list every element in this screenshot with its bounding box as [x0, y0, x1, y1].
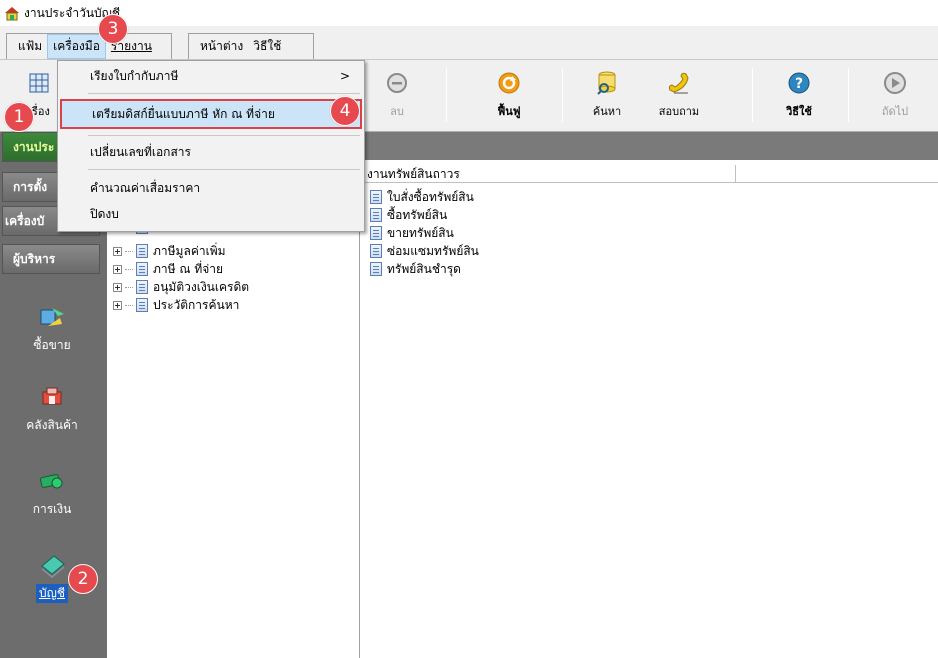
menu-window[interactable]: หน้าต่าง	[195, 35, 248, 58]
list-header: งานทรัพย์สินถาวร	[362, 165, 938, 183]
menu-item-label: ปิดงบ	[90, 206, 119, 221]
menu-tools[interactable]: เครื่องมือ	[47, 34, 106, 59]
buy-sell-icon	[38, 304, 66, 330]
toolbar-label-inquire: สอบถาม	[658, 105, 700, 118]
menu-item-label: เตรียมดิสก์ยื่นแบบภาษี หัก ณ ที่จ่าย	[92, 106, 275, 121]
document-icon	[370, 244, 382, 258]
sidebar-item-warehouse[interactable]: คลังสินค้า	[0, 384, 104, 435]
ledger-icon	[38, 552, 66, 578]
grid-icon	[26, 70, 52, 96]
minus-circle-icon	[384, 70, 410, 96]
toolbar-button-search[interactable]: ค้นหา	[576, 66, 638, 124]
phone-icon	[666, 70, 692, 96]
menu-item-close-books[interactable]: ปิดงบ	[60, 201, 362, 227]
document-icon	[136, 244, 148, 258]
toolbar-button-next[interactable]: ถัดไป	[864, 66, 926, 124]
toolbar-label-restore: ฟื้นฟู	[497, 105, 521, 118]
search-db-icon	[594, 70, 620, 96]
refresh-icon	[496, 70, 522, 96]
expand-icon[interactable]	[113, 264, 122, 274]
main-menu-group: แฟ้ม เครื่องมือ รายงาน	[6, 33, 172, 59]
list-item[interactable]: ซ่อมแซมทรัพย์สิน	[370, 242, 479, 260]
toolbar-separator	[446, 68, 447, 122]
menu-item-prepare-wht-disk[interactable]: เตรียมดิสก์ยื่นแบบภาษี หัก ณ ที่จ่าย	[60, 99, 362, 129]
expand-icon[interactable]	[113, 246, 122, 256]
toolbar-label-next: ถัดไป	[881, 105, 909, 118]
window-menu-group: หน้าต่าง วิธีใช้	[188, 33, 314, 59]
toolbar-separator	[562, 68, 563, 122]
toolbar-separator	[848, 68, 849, 122]
document-icon	[370, 190, 382, 204]
step-badge-3: 3	[98, 14, 128, 44]
menu-item-label: เรียงใบกำกับภาษี	[90, 68, 179, 83]
menu-help[interactable]: วิธีใช้	[248, 35, 286, 58]
title-bar: งานประจำวันบัญชี	[0, 0, 938, 26]
menu-item-label: คำนวณค่าเสื่อมราคา	[90, 180, 201, 195]
list-item[interactable]: ทรัพย์สินชำรุด	[370, 260, 461, 278]
money-icon	[38, 468, 66, 494]
expand-icon[interactable]	[113, 282, 122, 292]
menu-separator	[88, 169, 360, 170]
expand-icon[interactable]	[113, 300, 122, 310]
step-badge-1: 1	[4, 102, 34, 132]
toolbar-button-inquire[interactable]: สอบถาม	[648, 66, 710, 124]
toolbar-button-restore[interactable]: ฟื้นฟู	[478, 66, 540, 124]
sidebar-item-finance[interactable]: การเงิน	[0, 468, 104, 519]
list-panel: งานทรัพย์สินถาวร ใบสั่งซื้อทรัพย์สิน ซื้…	[362, 160, 938, 658]
menu-item-sort-tax-invoices[interactable]: เรียงใบกำกับภาษี >	[60, 63, 362, 89]
submenu-arrow-icon: >	[339, 69, 350, 83]
tree-panel: รายงานทั่วไป ภาษีมูลค่าเพิ่ม ภาษี ณ ที่จ…	[104, 160, 360, 658]
document-icon	[136, 298, 148, 312]
warehouse-icon	[38, 384, 66, 410]
list-item[interactable]: ซื้อทรัพย์สิน	[370, 206, 447, 224]
list-item-label: ทรัพย์สินชำรุด	[387, 261, 461, 276]
document-icon	[370, 226, 382, 240]
tree-item-label: ภาษีมูลค่าเพิ่ม	[153, 243, 226, 258]
step-badge-2: 2	[68, 564, 98, 594]
document-icon	[136, 262, 148, 276]
help-icon: ?	[786, 70, 812, 96]
toolbar-button-delete[interactable]: ลบ	[366, 66, 428, 124]
toolbar-label-search: ค้นหา	[592, 105, 622, 118]
menu-file[interactable]: แฟ้ม	[13, 35, 47, 58]
document-icon	[370, 262, 382, 276]
menu-item-calc-depreciation[interactable]: คำนวณค่าเสื่อมราคา	[60, 175, 362, 201]
tree-item[interactable]: ภาษีมูลค่าเพิ่ม	[113, 242, 226, 260]
tree-item[interactable]: อนุมัติวงเงินเครดิต	[113, 278, 249, 296]
sidebar-label-finance: การเงิน	[32, 502, 72, 516]
toolbar-label-help: วิธีใช้	[786, 105, 812, 118]
tree-item[interactable]: ภาษี ณ ที่จ่าย	[113, 260, 223, 278]
app-icon	[4, 5, 20, 21]
toolbar-label-delete: ลบ	[390, 105, 404, 118]
menu-bar: แฟ้ม เครื่องมือ รายงาน หน้าต่าง วิธีใช้	[0, 26, 938, 60]
tree-item-label: ภาษี ณ ที่จ่าย	[153, 261, 224, 276]
menu-item-label: เปลี่ยนเลขที่เอกสาร	[90, 144, 191, 159]
document-icon	[136, 280, 148, 294]
sidebar-label-buy-sell: ซื้อขาย	[33, 338, 71, 352]
toolbar-separator	[752, 68, 753, 122]
sidebar-item-buy-sell[interactable]: ซื้อขาย	[0, 304, 104, 355]
sidebar-label-warehouse: คลังสินค้า	[26, 418, 78, 432]
svg-text:?: ?	[795, 76, 803, 92]
menu-separator	[88, 93, 360, 94]
list-item-label: ซ่อมแซมทรัพย์สิน	[387, 243, 479, 258]
toolbar-button-help[interactable]: ? วิธีใช้	[768, 66, 830, 124]
document-icon	[370, 208, 382, 222]
sidebar-label-accounting: บัญชี	[36, 584, 68, 603]
list-item-label: ขายทรัพย์สิน	[387, 225, 454, 240]
menu-separator	[88, 135, 360, 136]
list-item[interactable]: ขายทรัพย์สิน	[370, 224, 454, 242]
menu-item-change-doc-number[interactable]: เปลี่ยนเลขที่เอกสาร	[60, 139, 362, 165]
column-header-fixed-assets[interactable]: งานทรัพย์สินถาวร	[362, 165, 736, 183]
tree-item[interactable]: ประวัติการค้นหา	[113, 296, 239, 314]
sidebar-tab-executive[interactable]: ผู้บริหาร	[2, 244, 100, 274]
tools-dropdown-menu: เรียงใบกำกับภาษี > เตรียมดิสก์ยื่นแบบภาษ…	[57, 60, 365, 232]
list-item-label: ใบสั่งซื้อทรัพย์สิน	[387, 189, 474, 204]
step-badge-4: 4	[330, 96, 360, 126]
list-item-label: ซื้อทรัพย์สิน	[387, 207, 448, 222]
list-item[interactable]: ใบสั่งซื้อทรัพย์สิน	[370, 188, 474, 206]
tree-item-label: ประวัติการค้นหา	[153, 297, 240, 312]
next-icon	[882, 70, 908, 96]
tree-item-label: อนุมัติวงเงินเครดิต	[153, 279, 250, 294]
